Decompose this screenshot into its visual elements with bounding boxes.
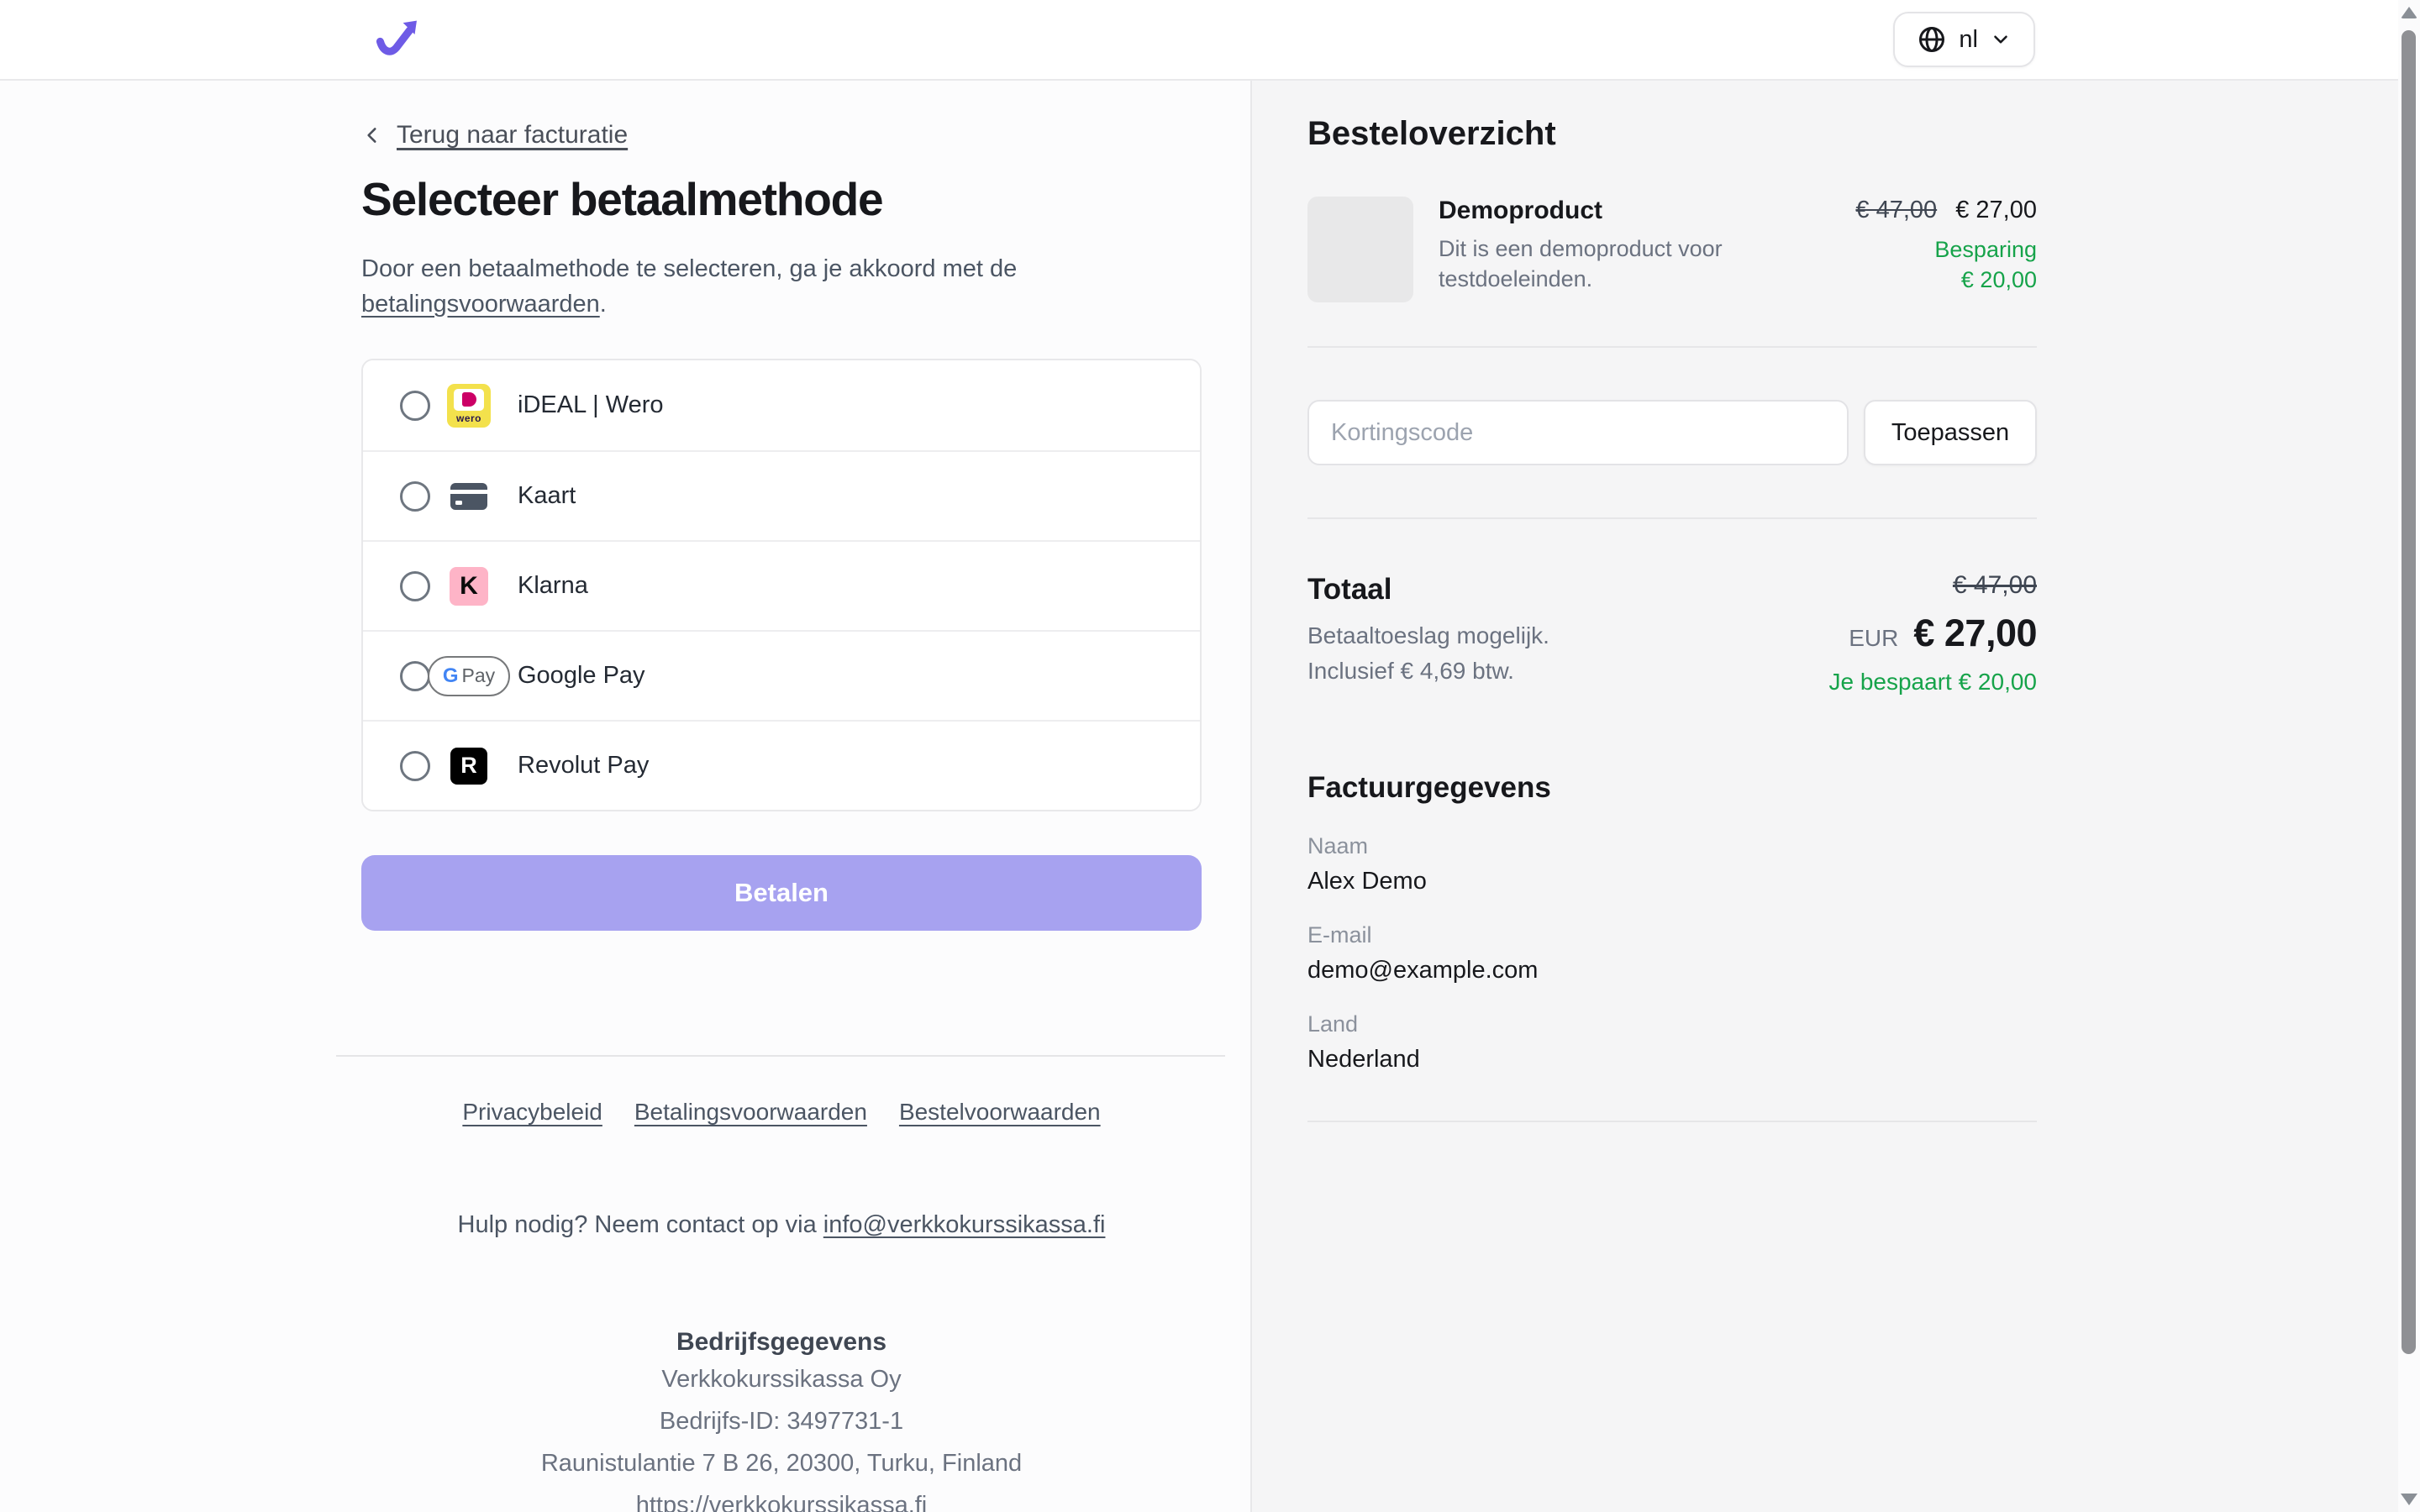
- payment-method-list: wero iDEAL | Wero: [361, 359, 1202, 811]
- currency-code: EUR: [1849, 625, 1898, 652]
- order-terms-link[interactable]: Bestelvoorwaarden: [899, 1099, 1101, 1126]
- payment-option-label: Klarna: [518, 572, 588, 600]
- globe-icon: [1917, 24, 1947, 55]
- total-original-price: € 47,00: [1828, 571, 2037, 600]
- product-row: Demoproduct Dit is een demoproduct voor …: [1307, 197, 2037, 302]
- revolut-pay-icon: R: [450, 748, 487, 785]
- klarna-icon: K: [450, 567, 488, 606]
- total-savings-note: Je bespaart € 20,00: [1828, 669, 2037, 696]
- divider: [1307, 346, 2037, 348]
- coupon-input[interactable]: [1307, 400, 1849, 465]
- chevron-down-icon: [1990, 29, 2012, 50]
- total-amount: € 27,00: [1913, 612, 2037, 655]
- product-name: Demoproduct: [1439, 197, 1768, 225]
- billing-field-label: E-mail: [1307, 922, 2037, 948]
- radio-ideal-wero[interactable]: [400, 391, 430, 421]
- payment-option-label: Google Pay: [518, 662, 645, 690]
- scrollbar-thumb[interactable]: [2402, 30, 2416, 1354]
- company-name: Verkkokurssikassa Oy: [361, 1358, 1202, 1400]
- order-summary-title: Besteloverzicht: [1307, 116, 2037, 151]
- scrollbar[interactable]: [2398, 0, 2420, 1512]
- legal-links: Privacybeleid Betalingsvoorwaarden Beste…: [361, 1099, 1202, 1126]
- terms-subtitle-period: .: [600, 291, 607, 318]
- company-info: Bedrijfsgegevens Verkkokurssikassa Oy Be…: [361, 1326, 1202, 1512]
- product-original-price: € 47,00: [1855, 197, 1937, 223]
- footer-divider: [336, 1055, 1225, 1057]
- payment-option-card[interactable]: Kaart: [363, 450, 1200, 540]
- billing-field-value: Alex Demo: [1307, 868, 2037, 895]
- scrollbar-up-arrow[interactable]: [2401, 7, 2417, 18]
- payment-option-label: Kaart: [518, 482, 576, 510]
- back-to-billing-link[interactable]: Terug naar facturatie: [361, 121, 628, 150]
- payment-option-google-pay[interactable]: GPay Google Pay: [363, 630, 1200, 720]
- support-email-link[interactable]: info@verkkokurssikassa.fi: [823, 1211, 1106, 1238]
- top-bar: nl: [0, 0, 2420, 81]
- scrollbar-down-arrow[interactable]: [2401, 1494, 2417, 1505]
- language-selector[interactable]: nl: [1893, 12, 2035, 67]
- company-website: https://verkkokurssikassa.fi: [361, 1484, 1202, 1512]
- page-title: Selecteer betaalmethode: [361, 172, 1202, 226]
- vat-note: Inclusief € 4,69 btw.: [1307, 655, 1549, 687]
- product-description: Dit is een demoproduct voor testdoeleind…: [1439, 234, 1724, 294]
- chevron-left-icon: [361, 121, 383, 150]
- language-code: nl: [1959, 26, 1978, 54]
- payment-terms-link[interactable]: betalingsvoorwaarden: [361, 291, 600, 318]
- product-price: € 27,00: [1955, 197, 2037, 223]
- back-link-label: Terug naar facturatie: [397, 121, 628, 150]
- payment-option-label: Revolut Pay: [518, 752, 649, 780]
- company-business-id: Bedrijfs-ID: 3497731-1: [361, 1400, 1202, 1442]
- pay-button[interactable]: Betalen: [361, 855, 1202, 931]
- company-address: Raunistulantie 7 B 26, 20300, Turku, Fin…: [361, 1442, 1202, 1484]
- payment-selection-panel: Terug naar facturatie Selecteer betaalme…: [0, 81, 1250, 1512]
- total-label: Totaal: [1307, 571, 1549, 608]
- billing-field-value: Nederland: [1307, 1046, 2037, 1074]
- card-icon: [450, 481, 488, 512]
- company-info-title: Bedrijfsgegevens: [361, 1326, 1202, 1358]
- terms-subtitle-line1: Door een betaalmethode te selecteren, ga…: [361, 251, 1202, 286]
- payment-option-label: iDEAL | Wero: [518, 391, 664, 419]
- payment-option-revolut-pay[interactable]: R Revolut Pay: [363, 720, 1200, 810]
- terms-subtitle: Door een betaalmethode te selecteren, ga…: [361, 251, 1202, 322]
- support-line: Hulp nodig? Neem contact op via info@ver…: [361, 1211, 1202, 1239]
- payment-terms-footer-link[interactable]: Betalingsvoorwaarden: [634, 1099, 867, 1126]
- checkout-page: nl Terug naar facturatie Selecteer betaa…: [0, 0, 2420, 1512]
- order-summary-panel: Besteloverzicht Demoproduct Dit is een d…: [1250, 81, 2420, 1512]
- ideal-wero-icon: wero: [447, 384, 491, 428]
- billing-field-label: Naam: [1307, 833, 2037, 859]
- billing-details: Factuurgegevens Naam Alex Demo E-mail de…: [1307, 769, 2037, 1074]
- radio-card[interactable]: [400, 481, 430, 512]
- total-section: Totaal Betaaltoeslag mogelijk. Inclusief…: [1307, 571, 2037, 696]
- apply-coupon-button[interactable]: Toepassen: [1864, 400, 2037, 465]
- billing-title: Factuurgegevens: [1307, 769, 2037, 806]
- checkmark-trend-arrow-icon: [373, 15, 422, 64]
- surcharge-note: Betaaltoeslag mogelijk.: [1307, 620, 1549, 652]
- divider: [1307, 1121, 2037, 1122]
- radio-klarna[interactable]: [400, 571, 430, 601]
- google-pay-icon: GPay: [428, 656, 510, 696]
- terms-subtitle-line2: betalingsvoorwaarden.: [361, 286, 1202, 322]
- payment-option-klarna[interactable]: K Klarna: [363, 540, 1200, 630]
- radio-google-pay[interactable]: [400, 661, 430, 691]
- product-savings: Besparing € 20,00: [1768, 234, 2037, 295]
- billing-field-value: demo@example.com: [1307, 957, 2037, 984]
- divider: [1307, 517, 2037, 519]
- radio-revolut-pay[interactable]: [400, 751, 430, 781]
- payment-option-ideal-wero[interactable]: wero iDEAL | Wero: [363, 360, 1200, 450]
- coupon-section: Toepassen: [1307, 400, 2037, 465]
- product-thumbnail: [1307, 197, 1413, 302]
- privacy-policy-link[interactable]: Privacybeleid: [462, 1099, 602, 1126]
- billing-field-label: Land: [1307, 1011, 2037, 1037]
